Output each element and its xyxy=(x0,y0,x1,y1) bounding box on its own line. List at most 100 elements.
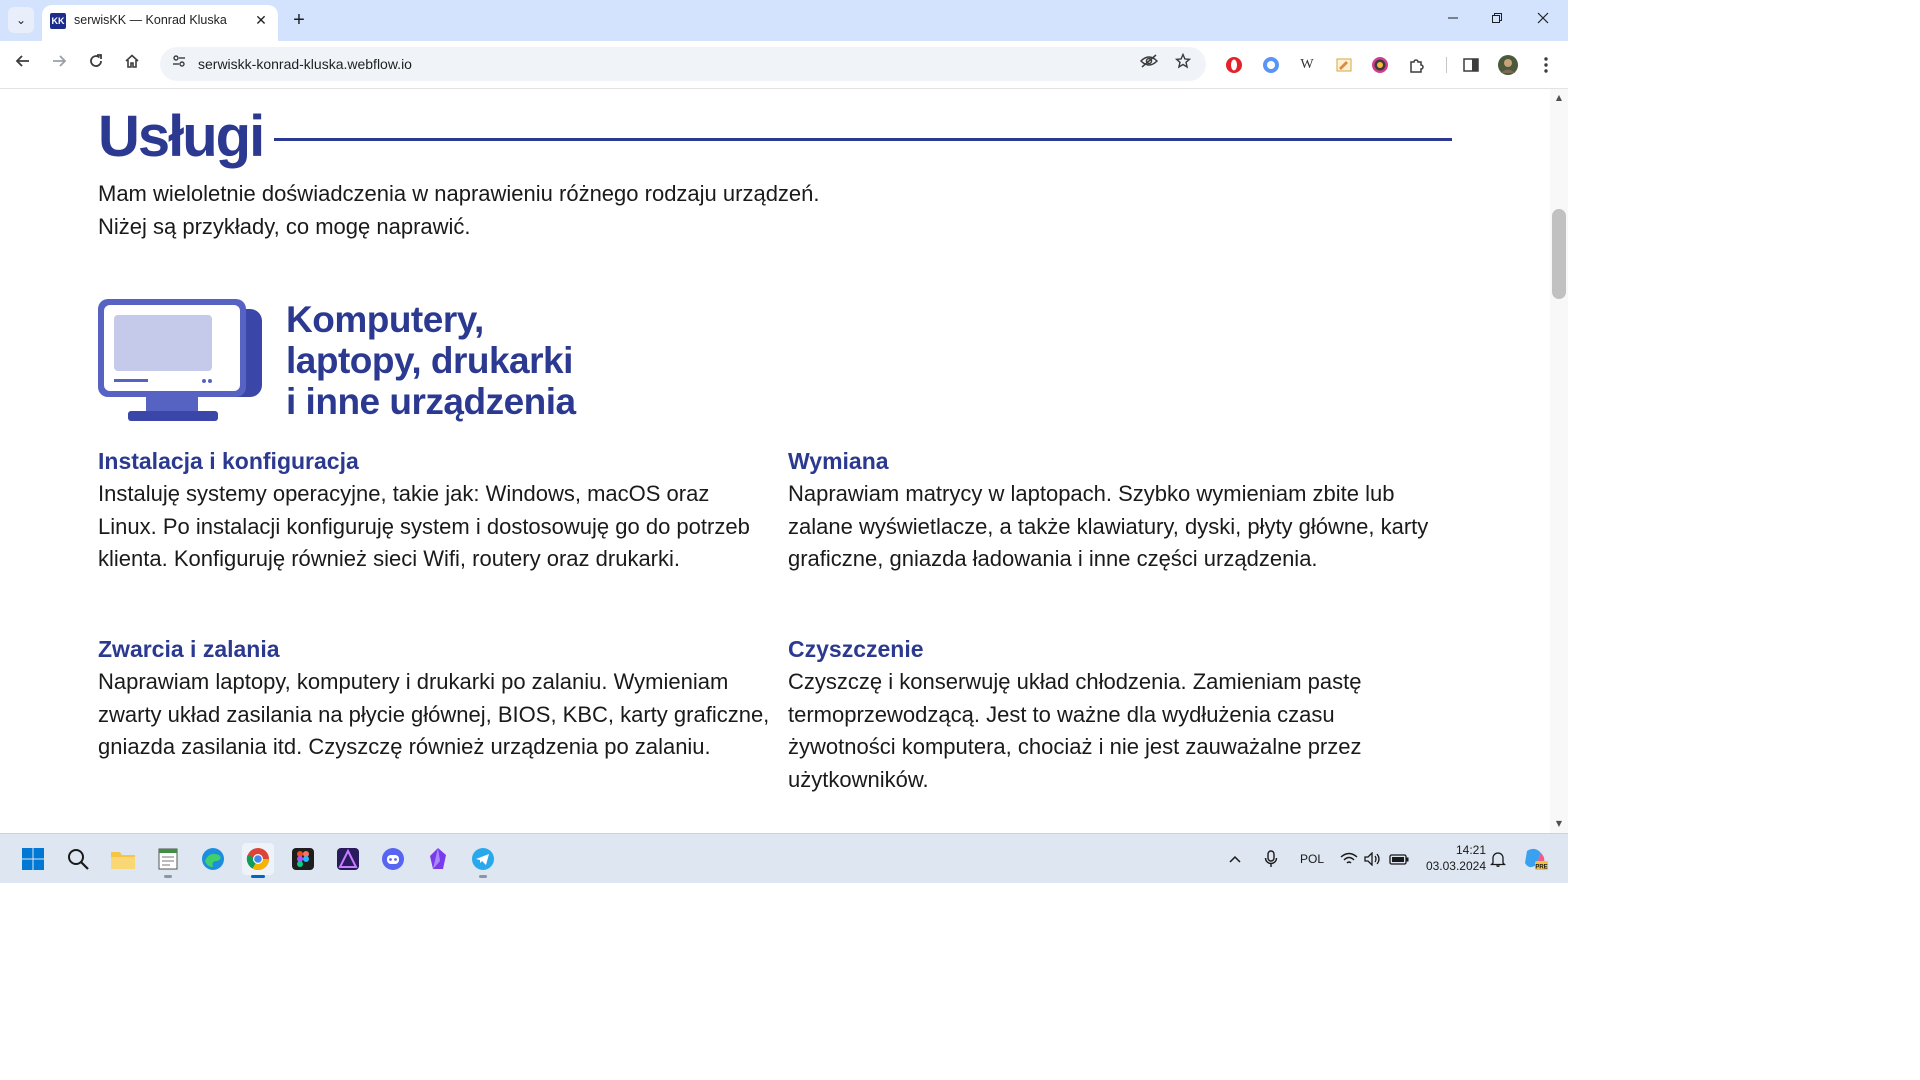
clock-date: 03.03.2024 xyxy=(1425,859,1486,873)
service-title: Zwarcia i zalania xyxy=(98,636,280,662)
site-favicon-icon: KK xyxy=(50,13,66,29)
taskbar-clock[interactable]: 14:21 03.03.2024 xyxy=(1420,842,1486,874)
restore-button[interactable] xyxy=(1484,7,1510,33)
opera-icon[interactable] xyxy=(1224,55,1244,75)
discord-button[interactable] xyxy=(377,843,409,875)
affinity-designer-button[interactable] xyxy=(332,843,364,875)
notifications-button[interactable] xyxy=(1490,843,1506,875)
service-description: Instaluję systemy operacyjne, takie jak:… xyxy=(98,481,750,572)
running-indicator xyxy=(479,875,487,878)
side-panel-icon xyxy=(1463,58,1479,72)
scrollbar-thumb[interactable] xyxy=(1552,209,1566,299)
chevron-down-icon: ⌄ xyxy=(15,13,27,27)
page-scrollbar[interactable]: ▲ ▼ xyxy=(1550,89,1568,833)
scroll-down-arrow-icon[interactable]: ▼ xyxy=(1554,819,1564,829)
notepad-icon xyxy=(158,848,178,870)
service-card-installation: Instalacja i konfiguracja Instaluję syst… xyxy=(98,445,778,576)
edge-icon xyxy=(202,848,224,870)
url-text[interactable]: serwiskk-konrad-kluska.webflow.io xyxy=(198,56,412,72)
new-tab-button[interactable]: + xyxy=(286,7,312,33)
more-vertical-icon xyxy=(1544,57,1548,73)
category-title-line: i inne urządzenia xyxy=(286,381,576,422)
telegram-button[interactable] xyxy=(467,843,499,878)
service-card-short-circuits: Zwarcia i zalania Naprawiam laptopy, kom… xyxy=(98,633,778,764)
file-explorer-button[interactable] xyxy=(107,843,139,875)
service-card-cleaning: Czyszczenie Czyszczę i konserwuję układ … xyxy=(788,633,1468,796)
restore-icon xyxy=(1492,13,1502,23)
tune-icon xyxy=(173,55,185,67)
service-description: Czyszczę i konserwuję układ chłodzenia. … xyxy=(788,669,1362,792)
search-button[interactable] xyxy=(62,843,94,875)
category-title-line: Komputery, xyxy=(286,299,484,340)
figma-button[interactable] xyxy=(287,843,319,875)
volume-button[interactable] xyxy=(1364,843,1382,875)
obsidian-button[interactable] xyxy=(422,843,454,875)
reload-button[interactable] xyxy=(83,51,109,77)
computer-monitor-icon xyxy=(98,299,262,421)
arrow-right-icon xyxy=(53,55,67,67)
microphone-icon xyxy=(1264,850,1278,867)
home-icon xyxy=(125,54,139,68)
close-tab-button[interactable]: ✕ xyxy=(252,12,270,30)
intro-text: Mam wieloletnie doświadczenia w naprawie… xyxy=(98,177,820,243)
site-info-button[interactable] xyxy=(168,53,190,75)
intro-line: Mam wieloletnie doświadczenia w naprawie… xyxy=(98,181,820,206)
minimize-button[interactable] xyxy=(1440,7,1466,33)
notes-extension-icon[interactable] xyxy=(1334,55,1354,75)
intro-line: Niżej są przykłady, co mogę naprawić. xyxy=(98,214,471,239)
start-button[interactable] xyxy=(17,843,49,875)
pencil-note-icon xyxy=(1336,58,1352,72)
wikipedia-icon[interactable]: W xyxy=(1297,55,1317,75)
browser-tab-strip: ⌄ KK serwisKK — Konrad Kluska ✕ + xyxy=(0,0,1568,41)
network-button[interactable] xyxy=(1340,843,1358,875)
browser-toolbar: serwiskk-konrad-kluska.webflow.io W xyxy=(0,41,1568,89)
address-bar[interactable]: serwiskk-konrad-kluska.webflow.io xyxy=(160,47,1206,81)
running-indicator xyxy=(251,875,265,878)
blue-circle-extension-icon xyxy=(1263,57,1279,73)
tab-search-button[interactable]: ⌄ xyxy=(8,7,34,33)
chrome-menu-button[interactable] xyxy=(1536,55,1556,75)
wifi-icon xyxy=(1340,852,1358,864)
chrome-button[interactable] xyxy=(242,843,274,878)
category-title-line: laptopy, drukarki xyxy=(286,340,573,381)
tracking-protection-button[interactable] xyxy=(1138,53,1160,75)
minimize-icon xyxy=(1448,17,1458,19)
service-description: Naprawiam laptopy, komputery i drukarki … xyxy=(98,669,770,760)
arrow-left-icon xyxy=(15,55,29,67)
color-picker-icon[interactable] xyxy=(1370,55,1390,75)
back-button[interactable] xyxy=(10,51,36,77)
forward-button[interactable] xyxy=(46,51,72,77)
toolbar-separator xyxy=(1446,57,1447,73)
notepad-button[interactable] xyxy=(152,843,184,878)
language-indicator[interactable]: POL xyxy=(1300,843,1324,875)
speaker-icon xyxy=(1364,852,1380,866)
search-icon xyxy=(68,849,89,870)
puzzle-extensions-icon[interactable] xyxy=(1407,55,1427,75)
side-panel-button[interactable] xyxy=(1461,55,1481,75)
affinity-designer-icon xyxy=(337,848,359,870)
star-icon xyxy=(1174,52,1192,69)
copilot-button[interactable]: PRE xyxy=(1522,843,1548,875)
circle-extension-icon[interactable] xyxy=(1261,55,1281,75)
edge-button[interactable] xyxy=(197,843,229,875)
home-button[interactable] xyxy=(119,51,145,77)
close-window-button[interactable] xyxy=(1530,7,1556,33)
service-title: Czyszczenie xyxy=(788,636,924,662)
eye-off-icon xyxy=(1139,54,1159,68)
battery-button[interactable] xyxy=(1389,843,1409,875)
service-title: Instalacja i konfiguracja xyxy=(98,448,359,474)
microphone-button[interactable] xyxy=(1264,843,1278,875)
browser-tab[interactable]: KK serwisKK — Konrad Kluska ✕ xyxy=(42,5,278,41)
scroll-up-arrow-icon[interactable]: ▲ xyxy=(1554,93,1564,103)
chevron-up-icon xyxy=(1229,855,1241,863)
show-hidden-icons-button[interactable] xyxy=(1228,843,1242,875)
profile-avatar[interactable] xyxy=(1498,55,1518,75)
battery-charging-icon xyxy=(1389,854,1409,865)
bookmark-star-button[interactable] xyxy=(1172,52,1194,75)
windows-taskbar: POL 14:21 03.03.2024 PRE xyxy=(0,833,1568,883)
bell-icon xyxy=(1490,852,1506,867)
opera-extension-icon xyxy=(1226,57,1242,73)
figma-icon xyxy=(292,848,314,870)
telegram-icon xyxy=(472,848,494,870)
title-divider xyxy=(274,138,1452,141)
